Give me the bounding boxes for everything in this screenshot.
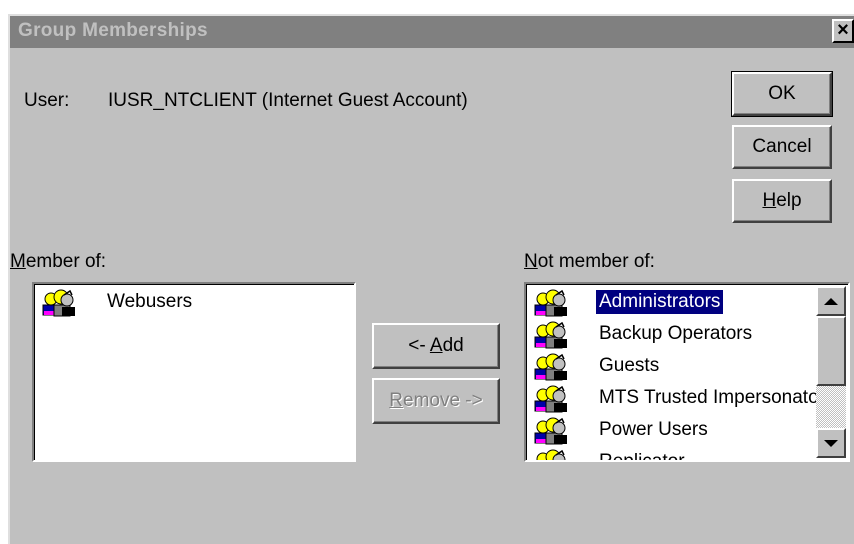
list-item[interactable]: Webusers [36,286,195,318]
member-of-label: Member of: [10,251,107,272]
list-item[interactable]: Backup Operators [528,318,755,350]
remove-button[interactable]: Remove -> [372,378,500,424]
group-icon [534,383,568,413]
not-member-of-list[interactable]: Administrators Backup Operators Guests M… [524,282,850,462]
dialog-title: Group Memberships [18,20,208,41]
ok-button-label: OK [768,83,796,104]
group-icon [534,415,568,445]
member-of-list[interactable]: Webusers [32,282,356,462]
list-item[interactable]: Administrators [528,286,724,318]
not-member-of-label: Not member of: [524,251,655,272]
title-bar[interactable]: Group Memberships × [10,16,854,48]
add-button[interactable]: <- Add [372,323,500,369]
add-button-label: <- Add [408,335,464,356]
group-icon [534,447,568,462]
help-button[interactable]: Help [732,179,832,223]
vertical-scrollbar[interactable] [816,286,846,458]
list-item[interactable]: Power Users [528,414,711,446]
ok-button[interactable]: OK [731,71,833,117]
group-icon [534,351,568,381]
group-memberships-dialog: Group Memberships × User: IUSR_NTCLIENT … [8,14,854,544]
scroll-thumb[interactable] [816,316,846,386]
remove-button-label: Remove -> [389,390,483,411]
close-button[interactable]: × [832,19,854,43]
group-icon [534,319,568,349]
scroll-down-button[interactable] [816,428,846,458]
user-label: User: [24,90,70,111]
arrow-down-icon [824,439,838,447]
help-button-label: Help [762,190,802,211]
close-icon: × [837,19,849,41]
cancel-button-label: Cancel [752,136,812,157]
arrow-up-icon [824,297,838,305]
group-icon [42,287,76,317]
user-value: IUSR_NTCLIENT (Internet Guest Account) [108,90,468,111]
cancel-button[interactable]: Cancel [732,125,832,169]
list-item[interactable]: Guests [528,350,662,382]
scroll-up-button[interactable] [816,286,846,316]
group-icon [534,287,568,317]
list-item[interactable]: MTS Trusted Impersonators [528,382,837,414]
list-item[interactable]: Replicator [528,446,688,462]
